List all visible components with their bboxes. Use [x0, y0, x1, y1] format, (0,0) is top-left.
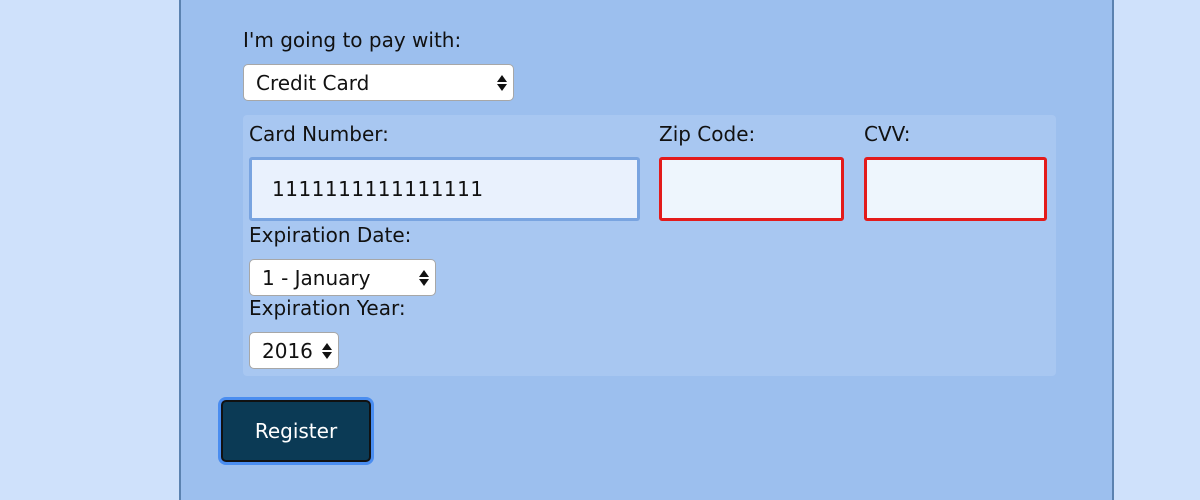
zip-code-input[interactable]: [659, 157, 844, 221]
card-number-input[interactable]: 1111111111111111: [249, 157, 640, 221]
card-number-label: Card Number:: [249, 122, 389, 146]
expiration-month-select[interactable]: 1 - January: [249, 259, 436, 296]
cvv-label: CVV:: [864, 122, 911, 146]
expiration-month-value: 1 - January: [262, 265, 371, 290]
payment-method-label: I'm going to pay with:: [243, 28, 462, 52]
register-button[interactable]: Register: [221, 400, 371, 462]
zip-code-label: Zip Code:: [659, 122, 756, 146]
select-arrows-icon: [322, 342, 332, 359]
select-arrows-icon: [497, 74, 507, 91]
payment-method-select[interactable]: Credit Card: [243, 64, 514, 101]
select-arrows-icon: [419, 269, 429, 286]
cvv-input[interactable]: [864, 157, 1047, 221]
expiration-year-select[interactable]: 2016: [249, 332, 339, 369]
payment-method-value: Credit Card: [256, 70, 370, 95]
expiration-year-label: Expiration Year:: [249, 296, 406, 320]
expiration-year-value: 2016: [262, 338, 313, 363]
form-panel: I'm going to pay with: Credit Card Card …: [179, 0, 1114, 500]
expiration-date-label: Expiration Date:: [249, 223, 412, 247]
credit-card-section: Card Number: Zip Code: CVV: 111111111111…: [243, 115, 1056, 376]
